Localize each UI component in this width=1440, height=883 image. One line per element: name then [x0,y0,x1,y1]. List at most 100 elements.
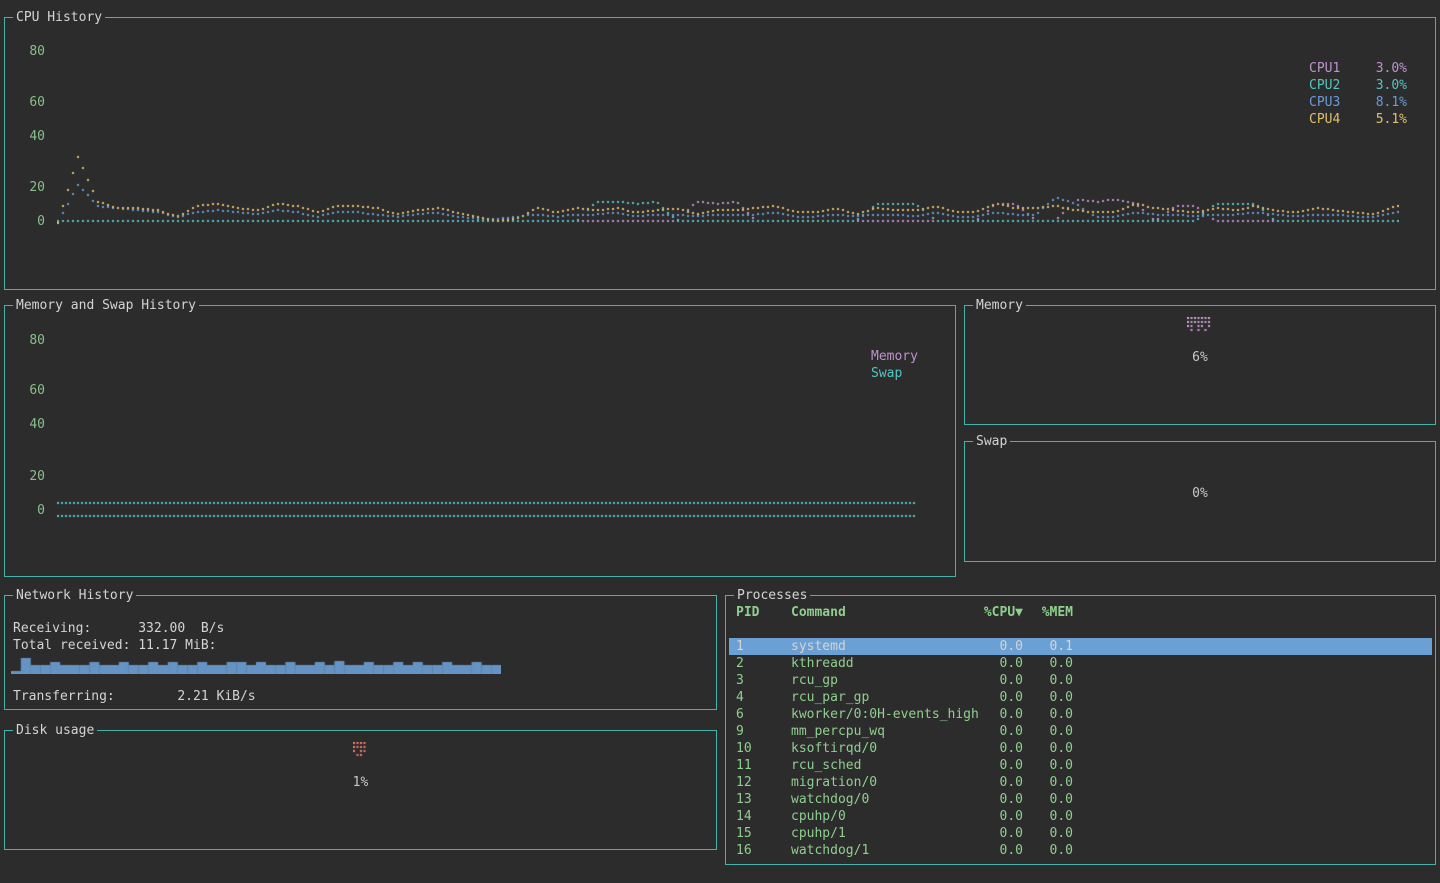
process-row[interactable]: 14cpuhp/00.00.0 [729,808,1432,825]
process-row[interactable]: 11rcu_sched0.00.0 [729,757,1432,774]
process-row[interactable]: 3rcu_gp0.00.0 [729,672,1432,689]
legend-label: CPU4 [1309,111,1365,128]
legend-entry: Memory [871,348,927,365]
process-row[interactable]: 15cpuhp/10.00.0 [729,825,1432,842]
process-command: mm_percpu_wq [791,723,981,740]
y-axis-tick: 20 [17,179,45,196]
process-mem: 0.0 [1023,672,1073,689]
legend-entry: Swap [871,365,927,382]
network-history-panel: Network History Receiving: 332.00 B/s To… [4,595,717,710]
memory-swap-history-title: Memory and Swap History [13,297,199,314]
process-row[interactable]: 4rcu_par_gp0.00.0 [729,689,1432,706]
process-pid: 1 [736,638,791,655]
process-row[interactable]: 9mm_percpu_wq0.00.0 [729,723,1432,740]
process-cpu: 0.0 [981,842,1023,859]
mem-column-header[interactable]: %MEM [1023,604,1073,621]
process-mem: 0.0 [1023,757,1073,774]
process-row[interactable]: 6kworker/0:0H-events_high0.00.0 [729,706,1432,723]
cpu-history-panel: CPU History 806040200 CPU13.0%CPU23.0%CP… [4,17,1436,290]
y-axis-tick: 0 [17,213,45,230]
process-pid: 13 [736,791,791,808]
process-pid: 10 [736,740,791,757]
process-command: watchdog/1 [791,842,981,859]
legend-value: 5.1% [1365,111,1407,128]
process-command: kworker/0:0H-events_high [791,706,981,723]
process-pid: 14 [736,808,791,825]
y-axis-tick: 80 [17,43,45,60]
network-transferring-line: Transferring: 2.21 KiB/s [13,688,256,705]
disk-percent: 1% [5,774,716,791]
legend-label: CPU1 [1309,60,1365,77]
memory-gauge-dots-icon [1187,317,1213,333]
disk-usage-panel: Disk usage 1% [4,730,717,850]
process-command: systemd [791,638,981,655]
cpu-column-header-sorted[interactable]: %CPU▼ [981,604,1023,621]
legend-value: 3.0% [1365,77,1407,94]
process-cpu: 0.0 [981,825,1023,842]
legend-entry: CPU23.0% [1309,77,1407,94]
process-cpu: 0.0 [981,706,1023,723]
memory-percent: 6% [965,349,1435,366]
process-pid: 4 [736,689,791,706]
memory-swap-history-panel: Memory and Swap History 806040200 Memory… [4,305,956,577]
y-axis-tick: 60 [17,382,45,399]
process-pid: 3 [736,672,791,689]
legend-entry: CPU38.1% [1309,94,1407,111]
memory-gauge-title: Memory [973,297,1026,314]
legend-entry: CPU45.1% [1309,111,1407,128]
network-receiving-line: Receiving: 332.00 B/s [13,620,224,637]
network-rx-sparkline [11,652,501,674]
process-command: rcu_par_gp [791,689,981,706]
y-axis-tick: 40 [17,128,45,145]
cpu-legend: CPU13.0%CPU23.0%CPU38.1%CPU45.1% [1309,60,1407,128]
process-cpu: 0.0 [981,638,1023,655]
process-cpu: 0.0 [981,723,1023,740]
process-pid: 11 [736,757,791,774]
process-row-selected[interactable]: 1systemd0.00.1 [729,638,1432,655]
process-mem: 0.0 [1023,842,1073,859]
legend-label: CPU2 [1309,77,1365,94]
system-monitor-dashboard: CPU History 806040200 CPU13.0%CPU23.0%CP… [0,0,1440,883]
process-cpu: 0.0 [981,740,1023,757]
network-history-title: Network History [13,587,136,604]
pid-column-header[interactable]: PID [736,604,791,621]
process-cpu: 0.0 [981,655,1023,672]
process-command: rcu_gp [791,672,981,689]
y-axis-tick: 40 [17,416,45,433]
cpu-history-panel-title: CPU History [13,9,105,26]
memory-gauge-panel: Memory 6% [964,305,1436,425]
process-mem: 0.0 [1023,774,1073,791]
process-command: ksoftirqd/0 [791,740,981,757]
swap-gauge-title: Swap [973,433,1010,450]
memory-swap-chart [57,336,917,536]
y-axis-tick: 20 [17,468,45,485]
command-column-header[interactable]: Command [791,604,981,621]
processes-title: Processes [734,587,810,604]
process-command: cpuhp/0 [791,808,981,825]
process-pid: 15 [736,825,791,842]
process-mem: 0.0 [1023,808,1073,825]
process-row[interactable]: 16watchdog/10.00.0 [729,842,1432,859]
process-row[interactable]: 10ksoftirqd/00.00.0 [729,740,1432,757]
process-row[interactable]: 2kthreadd0.00.0 [729,655,1432,672]
process-mem: 0.1 [1023,638,1073,655]
process-pid: 6 [736,706,791,723]
swap-gauge-panel: Swap 0% [964,441,1436,562]
process-cpu: 0.0 [981,672,1023,689]
process-row[interactable]: 13watchdog/00.00.0 [729,791,1432,808]
legend-label: Swap [871,365,927,382]
process-mem: 0.0 [1023,723,1073,740]
process-pid: 2 [736,655,791,672]
legend-label: Memory [871,348,927,365]
legend-value: 3.0% [1365,60,1407,77]
process-cpu: 0.0 [981,689,1023,706]
cpu-history-chart [57,46,1399,251]
disk-usage-title: Disk usage [13,722,97,739]
process-row[interactable]: 12migration/00.00.0 [729,774,1432,791]
y-axis-tick: 60 [17,94,45,111]
swap-percent: 0% [965,485,1435,502]
process-cpu: 0.0 [981,774,1023,791]
process-command: rcu_sched [791,757,981,774]
process-command: watchdog/0 [791,791,981,808]
process-cpu: 0.0 [981,757,1023,774]
